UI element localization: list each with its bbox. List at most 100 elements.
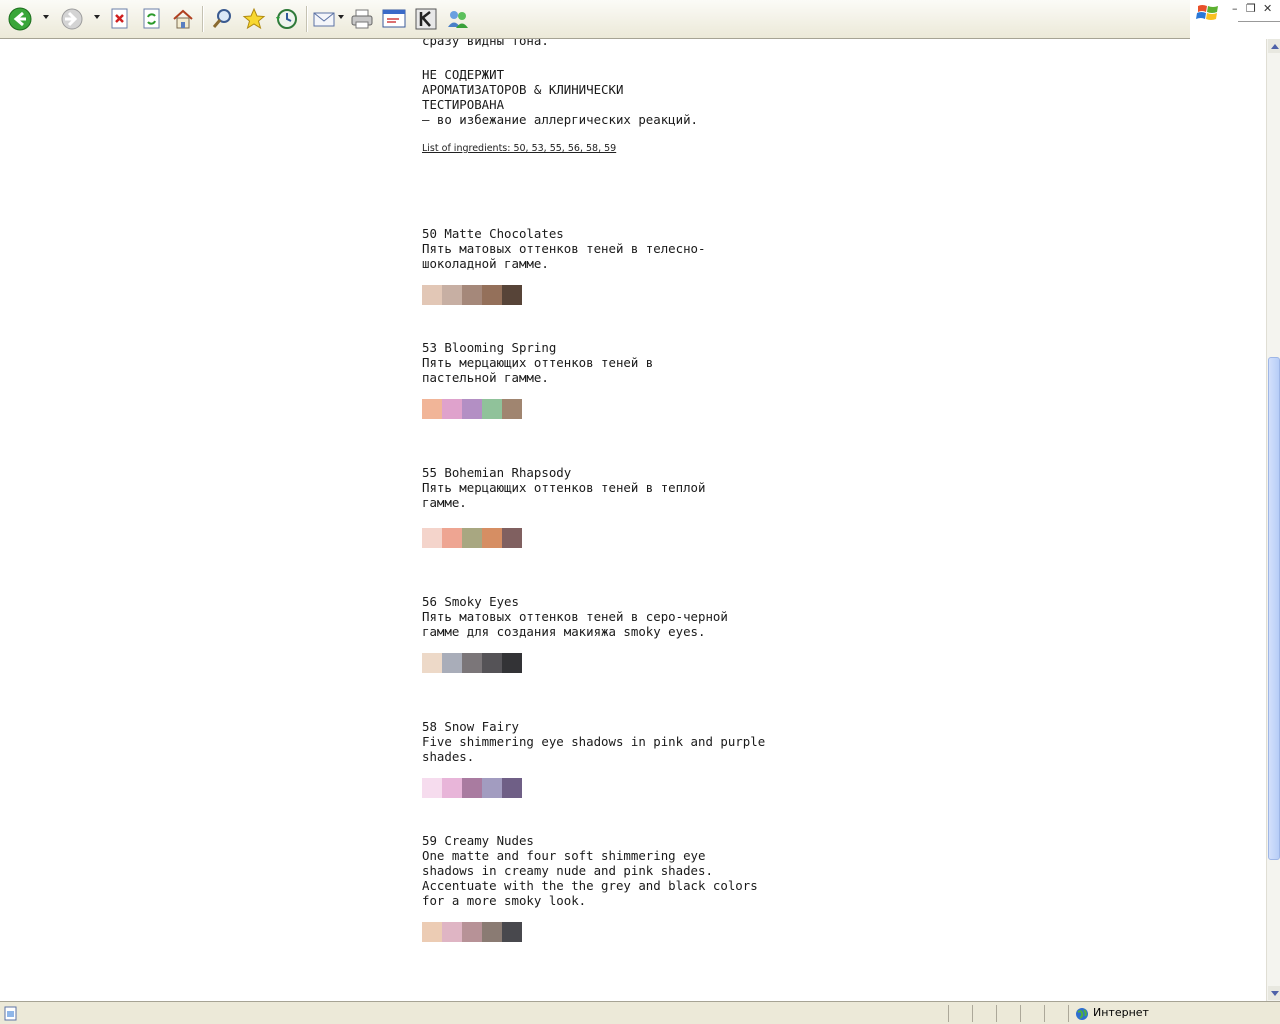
color-swatch [422, 922, 442, 942]
search-icon [212, 9, 231, 28]
scroll-up-button[interactable] [1268, 39, 1280, 53]
color-swatch [482, 399, 502, 419]
mail-dropdown-icon[interactable] [338, 15, 344, 19]
color-swatch [502, 922, 522, 942]
close-icon[interactable]: ✕ [1263, 2, 1272, 15]
refresh-button[interactable] [138, 4, 166, 34]
status-bar: Интернет [0, 1001, 1280, 1024]
status-panel [972, 1005, 973, 1022]
color-swatch [462, 285, 482, 305]
color-swatch [482, 778, 502, 798]
status-panel [996, 1005, 997, 1022]
history-button[interactable] [272, 4, 300, 34]
partial-text-line: сразу видны тона. [422, 39, 549, 48]
status-panel [1020, 1005, 1021, 1022]
back-button[interactable] [6, 4, 34, 34]
forward-arrow-icon [61, 8, 83, 30]
star-icon [242, 7, 266, 30]
color-swatch [442, 285, 462, 305]
warning-text: НЕ СОДЕРЖИТ АРОМАТИЗАТОРОВ & КЛИНИЧЕСКИ … [422, 67, 699, 127]
color-swatch [442, 922, 462, 942]
globe-icon [1076, 1008, 1088, 1020]
color-swatches [422, 399, 522, 419]
status-panel [1044, 1005, 1045, 1022]
home-icon [173, 9, 193, 29]
color-swatch [422, 399, 442, 419]
color-swatch [442, 778, 462, 798]
printer-icon [351, 9, 373, 29]
k-logo-icon [415, 8, 437, 30]
product-description: Пять матовых оттенков теней в телесно- ш… [422, 241, 706, 271]
color-swatch [482, 922, 502, 942]
product-description: Пять матовых оттенков теней в серо-черно… [422, 609, 728, 639]
color-swatch [422, 653, 442, 673]
mail-icon [313, 12, 335, 27]
corner-divider [1238, 21, 1280, 22]
color-swatch [502, 399, 522, 419]
minimize-icon[interactable]: – [1232, 2, 1238, 15]
refresh-icon [143, 8, 160, 29]
forward-dropdown-icon[interactable] [94, 15, 100, 19]
product-description: Five shimmering eye shadows in pink and … [422, 734, 766, 764]
color-swatch [502, 285, 522, 305]
window-corner: – ❐ ✕ [1190, 0, 1280, 38]
favorites-button[interactable] [240, 4, 268, 34]
color-swatch [422, 528, 442, 548]
color-swatch [462, 528, 482, 548]
mail-button[interactable] [311, 4, 339, 34]
product-title: 55 Bohemian Rhapsody [422, 465, 572, 480]
back-dropdown-icon[interactable] [43, 15, 49, 19]
color-swatches [422, 528, 522, 548]
status-panel [948, 1005, 949, 1022]
stop-button[interactable] [106, 4, 134, 34]
color-swatch [462, 778, 482, 798]
color-swatch [442, 653, 462, 673]
product-description: Пять мерцающих оттенков теней в теплой г… [422, 480, 706, 510]
browser-toolbar [0, 0, 1190, 39]
messenger-people-icon [448, 11, 468, 28]
restore-icon[interactable]: ❐ [1246, 2, 1256, 15]
security-zone-label: Интернет [1093, 1006, 1149, 1019]
stop-icon [111, 8, 128, 29]
page-content: сразу видны тона. НЕ СОДЕРЖИТ АРОМАТИЗАТ… [0, 39, 1266, 1001]
product-title: 58 Snow Fairy [422, 719, 519, 734]
scroll-thumb[interactable] [1268, 357, 1280, 860]
scroll-down-button[interactable] [1268, 986, 1280, 1000]
color-swatches [422, 922, 522, 942]
print-button[interactable] [348, 4, 376, 34]
color-swatch [482, 528, 502, 548]
toolbar-separator [202, 6, 203, 32]
product-description: One matte and four soft shimmering eye s… [422, 848, 758, 908]
home-button[interactable] [169, 4, 197, 34]
product-title: 50 Matte Chocolates [422, 226, 564, 241]
k-plugin-button[interactable] [412, 4, 440, 34]
color-swatches [422, 285, 522, 305]
product-title: 53 Blooming Spring [422, 340, 557, 355]
product-description: Пять мерцающих оттенков теней в пастельн… [422, 355, 654, 385]
forward-button[interactable] [58, 4, 86, 34]
history-icon [276, 9, 297, 29]
color-swatch [482, 653, 502, 673]
color-swatch [502, 653, 522, 673]
color-swatches [422, 653, 522, 673]
vertical-scrollbar[interactable] [1266, 39, 1280, 1001]
color-swatch [462, 653, 482, 673]
color-swatches [422, 778, 522, 798]
down-arrow-icon [1270, 990, 1279, 996]
up-arrow-icon [1270, 43, 1279, 49]
color-swatch [422, 285, 442, 305]
status-panel [1068, 1005, 1069, 1022]
windows-logo-icon [1196, 5, 1218, 20]
edit-page-icon [382, 9, 406, 28]
search-button[interactable] [208, 4, 236, 34]
page-icon [4, 1006, 17, 1021]
color-swatch [482, 285, 502, 305]
color-swatch [462, 399, 482, 419]
edit-button[interactable] [380, 4, 408, 34]
color-swatch [442, 528, 462, 548]
ingredients-link[interactable]: List of ingredients: 50, 53, 55, 56, 58,… [422, 143, 616, 154]
messenger-button[interactable] [444, 4, 472, 34]
color-swatch [462, 922, 482, 942]
color-swatch [502, 778, 522, 798]
color-swatch [502, 528, 522, 548]
